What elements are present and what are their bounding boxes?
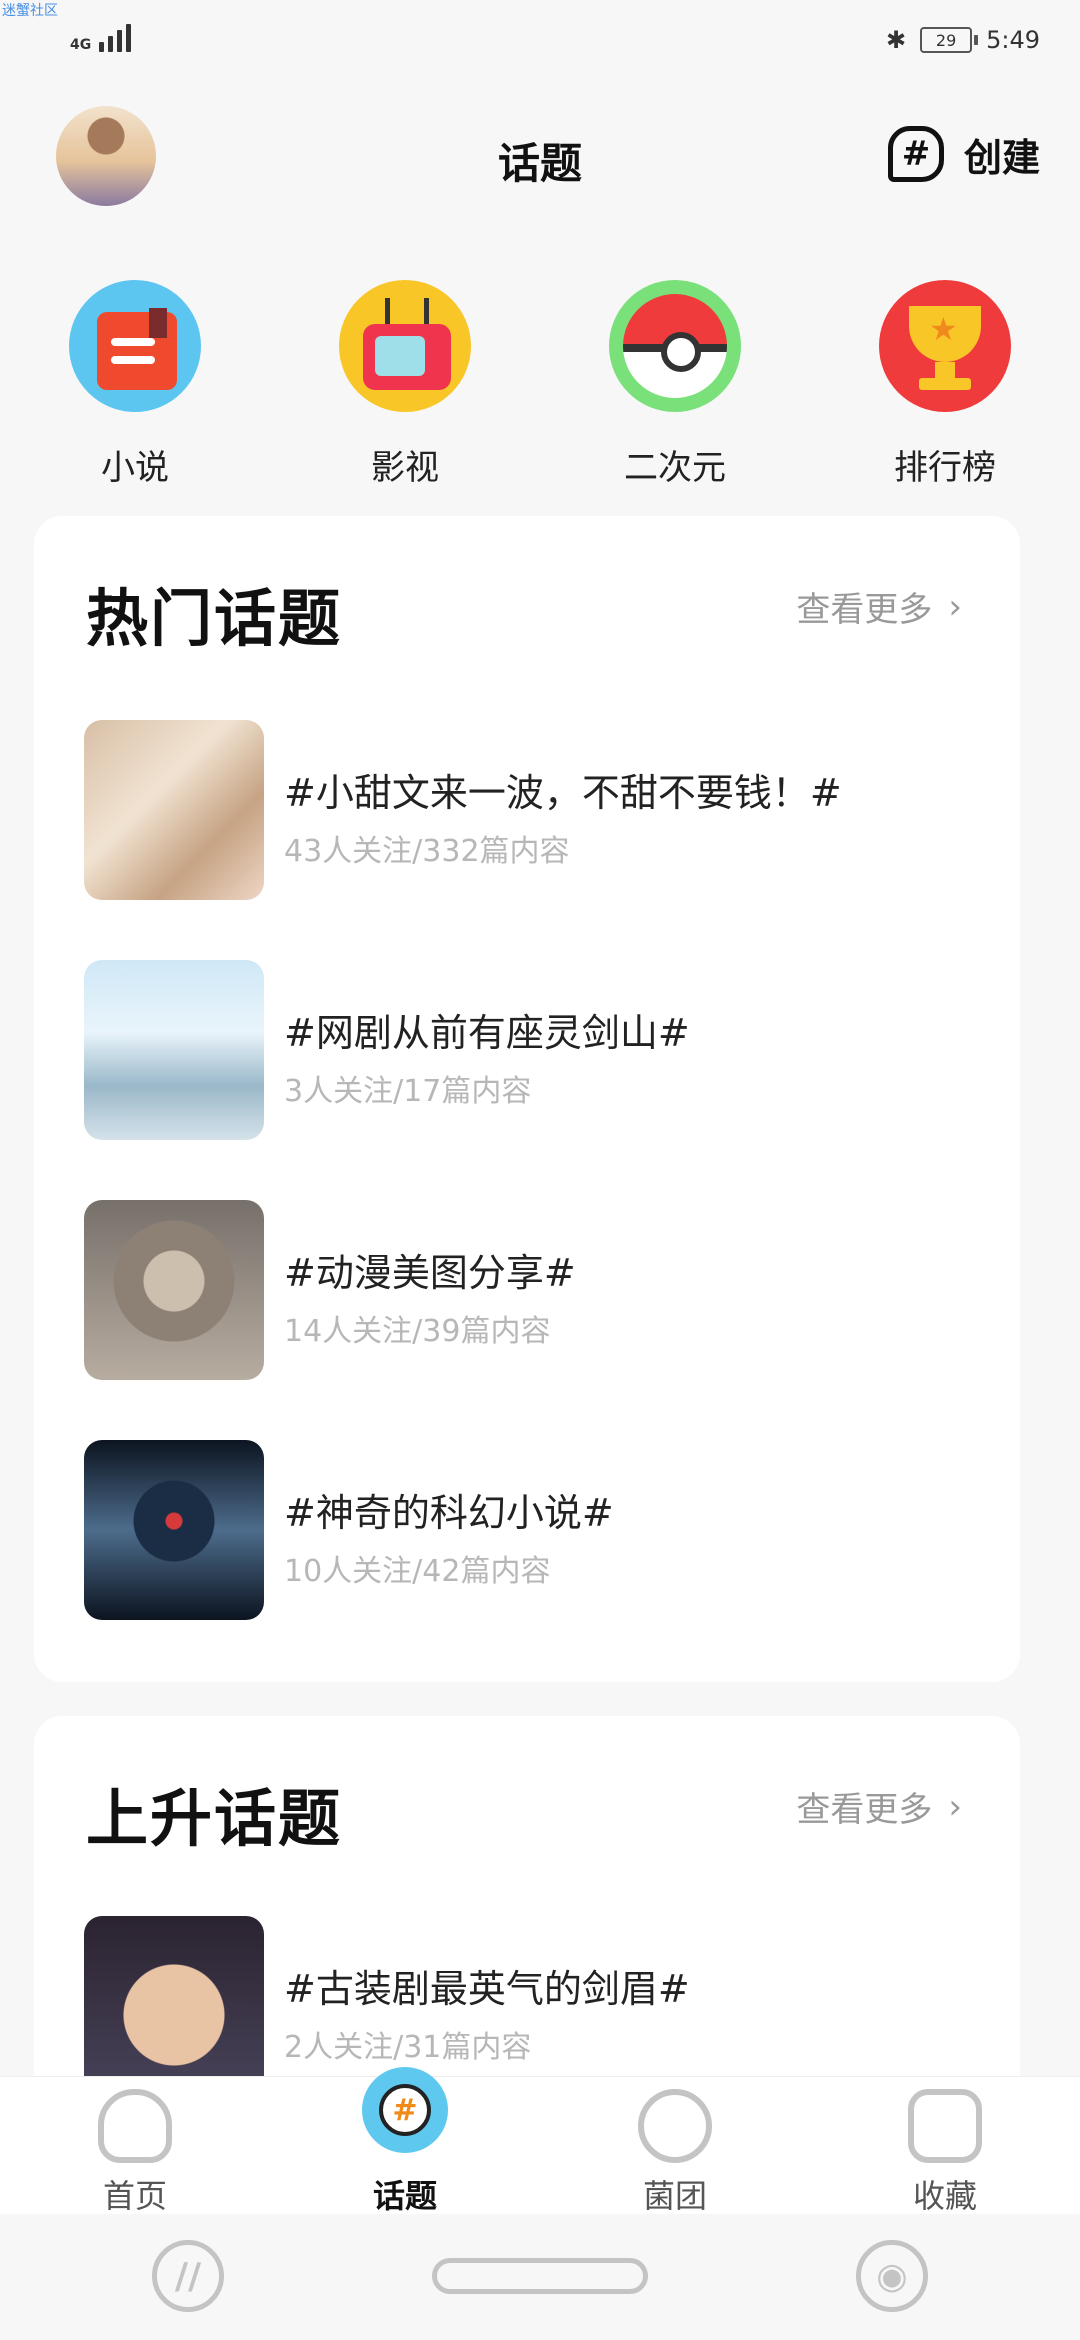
category-ranking[interactable]: 排行榜 [810,280,1080,489]
topic-item[interactable]: #网剧从前有座灵剑山# 3人关注/17篇内容 [84,960,964,1140]
eye-icon[interactable]: ◉ [856,2240,928,2312]
nav-label: 菌团 [642,2177,707,2215]
topic-thumbnail [84,720,264,900]
category-row: 小说 影视 二次元 排行榜 [0,280,1080,489]
star-icon [908,2089,982,2163]
see-more-label: 查看更多 [796,1790,933,1830]
home-gesture-bar[interactable] [432,2258,648,2294]
chat-bubble-icon [638,2089,712,2163]
topic-meta: 14人关注/39篇内容 [284,1314,551,1349]
status-bar: 4G ✱ 29 5:49 [0,0,1080,84]
top-bar: 话题 # 创建 [0,100,1080,210]
nav-groups[interactable]: 菌团 [540,2077,810,2215]
hot-topics-card: 热门话题 查看更多 › #小甜文来一波，不甜不要钱！# 43人关注/332篇内容… [34,516,1020,1682]
chevron-right-icon: › [948,586,962,627]
see-more-label: 查看更多 [796,590,933,630]
chevron-right-icon: › [948,1786,962,1827]
signal-icon: 4G [70,24,132,53]
topic-item[interactable]: #古装剧最英气的剑眉# 2人关注/31篇内容 [84,1916,964,2096]
topic-name: #小甜文来一波，不甜不要钱！# [284,771,842,815]
topic-item[interactable]: #神奇的科幻小说# 10人关注/42篇内容 [84,1440,964,1620]
bluetooth-icon: ✱ [885,26,907,54]
create-button[interactable]: # 创建 [887,126,1040,182]
nav-label: 话题 [372,2177,437,2215]
trophy-icon [879,280,1011,412]
section-title: 热门话题 [86,582,343,655]
category-label: 排行榜 [894,448,996,488]
see-more-link[interactable]: 查看更多 › [796,582,962,631]
see-more-link[interactable]: 查看更多 › [796,1782,962,1831]
pokeball-icon [609,280,741,412]
topic-meta: 2人关注/31篇内容 [284,2030,532,2065]
topic-item[interactable]: #小甜文来一波，不甜不要钱！# 43人关注/332篇内容 [84,720,964,900]
section-title: 上升话题 [86,1782,343,1855]
battery-level: 29 [935,30,957,50]
category-novel[interactable]: 小说 [0,280,270,489]
nav-label: 收藏 [912,2177,977,2215]
topic-thumbnail [84,1200,264,1380]
category-film[interactable]: 影视 [270,280,540,489]
nav-label: 首页 [102,2177,167,2215]
app-switch-icon[interactable]: // [152,2240,224,2312]
category-label: 小说 [101,448,169,488]
topic-meta: 43人关注/332篇内容 [284,834,570,869]
topic-meta: 3人关注/17篇内容 [284,1074,532,1109]
topic-name: #神奇的科幻小说# [284,1491,614,1535]
create-label: 创建 [963,135,1040,180]
topic-item[interactable]: #动漫美图分享# 14人关注/39篇内容 [84,1200,964,1380]
topic-thumbnail [84,1916,264,2096]
category-acg[interactable]: 二次元 [540,280,810,489]
battery-icon: 29 [920,27,979,53]
nav-home[interactable]: 首页 [0,2077,270,2215]
network-type: 4G [70,37,92,53]
topic-name: #网剧从前有座灵剑山# [284,1011,690,1055]
category-label: 二次元 [624,448,726,488]
category-label: 影视 [371,448,439,488]
rising-topics-card: 上升话题 查看更多 › #古装剧最英气的剑眉# 2人关注/31篇内容 [34,1716,1020,2116]
nav-favorites[interactable]: 收藏 [810,2077,1080,2215]
topic-thumbnail [84,960,264,1140]
topic-meta: 10人关注/42篇内容 [284,1554,551,1589]
nav-topics[interactable]: # 话题 [270,2067,540,2215]
house-icon [98,2089,172,2163]
book-icon [69,280,201,412]
bottom-nav: 首页 # 话题 菌团 收藏 [0,2067,1080,2215]
tv-icon [339,280,471,412]
topic-name: #动漫美图分享# [284,1251,576,1295]
clock: 5:49 [986,26,1040,54]
topic-name: #古装剧最英气的剑眉# [284,1967,690,2011]
hashtag-icon: # [362,2067,448,2153]
hashtag-bubble-icon: # [887,126,944,182]
system-nav-bar: // ◉ [0,2214,1080,2340]
topic-thumbnail [84,1440,264,1620]
